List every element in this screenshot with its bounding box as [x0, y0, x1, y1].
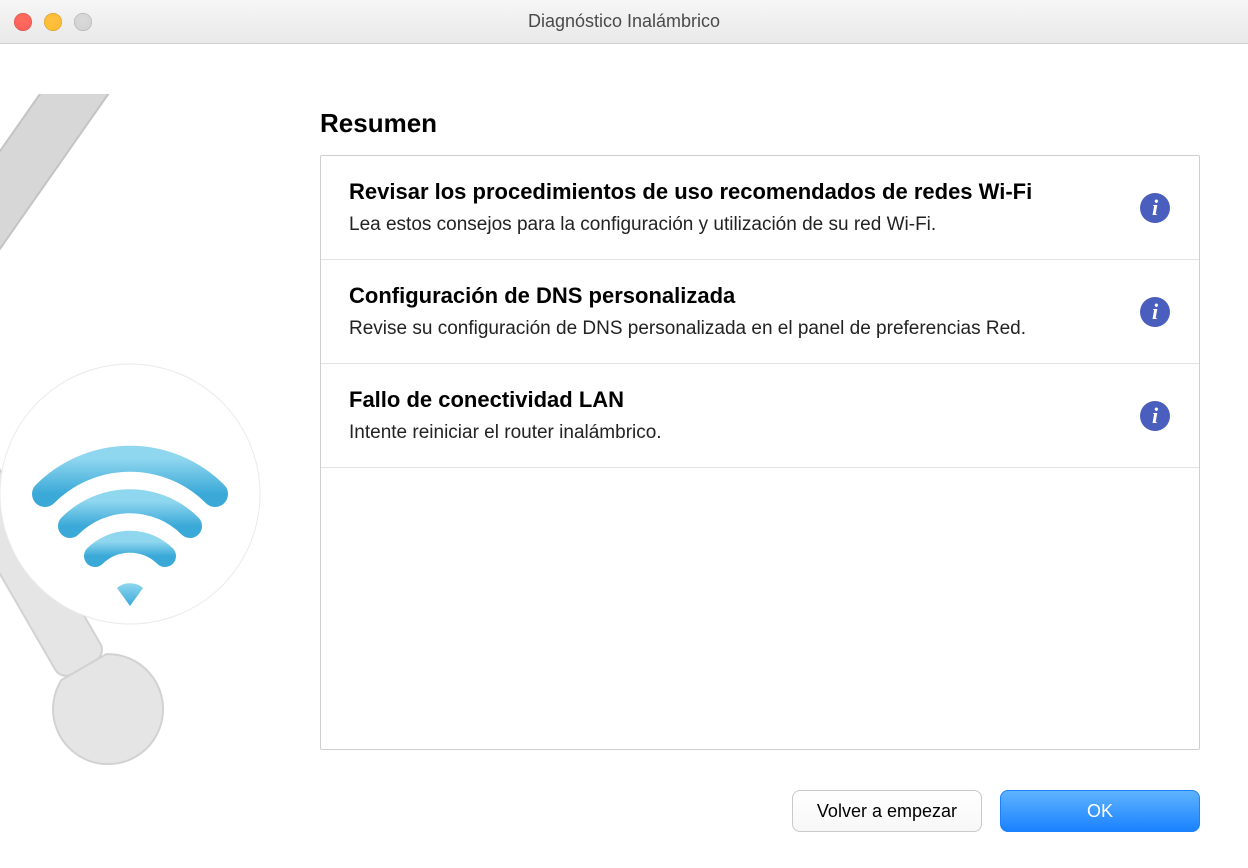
summary-item-text: Fallo de conectividad LAN Intente reinic… — [349, 386, 1117, 445]
svg-text:i: i — [1152, 195, 1159, 220]
summary-item-title: Revisar los procedimientos de uso recome… — [349, 178, 1117, 206]
summary-item-text: Revisar los procedimientos de uso recome… — [349, 178, 1117, 237]
summary-list: Revisar los procedimientos de uso recome… — [320, 155, 1200, 750]
summary-empty-space — [321, 468, 1199, 749]
svg-text:i: i — [1152, 403, 1159, 428]
summary-item-desc: Intente reiniciar el router inalámbrico. — [349, 420, 1117, 446]
summary-item-best-practices: Revisar los procedimientos de uso recome… — [321, 156, 1199, 260]
summary-item-title: Configuración de DNS personalizada — [349, 282, 1117, 310]
window-title: Diagnóstico Inalámbrico — [0, 11, 1248, 32]
titlebar: Diagnóstico Inalámbrico — [0, 0, 1248, 44]
wireless-diagnostics-window: Diagnóstico Inalámbrico — [0, 0, 1248, 868]
summary-item-dns: Configuración de DNS personalizada Revis… — [321, 260, 1199, 364]
info-icon[interactable]: i — [1139, 400, 1171, 432]
button-bar: Volver a empezar OK — [792, 790, 1200, 832]
summary-item-lan: Fallo de conectividad LAN Intente reinic… — [321, 364, 1199, 468]
summary-item-desc: Revise su configuración de DNS personali… — [349, 316, 1117, 342]
main-panel: Resumen Revisar los procedimientos de us… — [320, 100, 1200, 750]
svg-text:i: i — [1152, 299, 1159, 324]
traffic-lights — [14, 13, 92, 31]
close-button[interactable] — [14, 13, 32, 31]
summary-item-desc: Lea estos consejos para la configuración… — [349, 212, 1117, 238]
start-over-button[interactable]: Volver a empezar — [792, 790, 982, 832]
info-icon[interactable]: i — [1139, 296, 1171, 328]
summary-heading: Resumen — [320, 108, 1200, 139]
summary-item-text: Configuración de DNS personalizada Revis… — [349, 282, 1117, 341]
summary-item-title: Fallo de conectividad LAN — [349, 386, 1117, 414]
sidebar-graphic — [0, 94, 310, 854]
wifi-icon — [45, 459, 215, 606]
minimize-button[interactable] — [44, 13, 62, 31]
ok-button[interactable]: OK — [1000, 790, 1200, 832]
content-area: Resumen Revisar los procedimientos de us… — [0, 44, 1248, 868]
info-icon[interactable]: i — [1139, 192, 1171, 224]
zoom-button[interactable] — [74, 13, 92, 31]
